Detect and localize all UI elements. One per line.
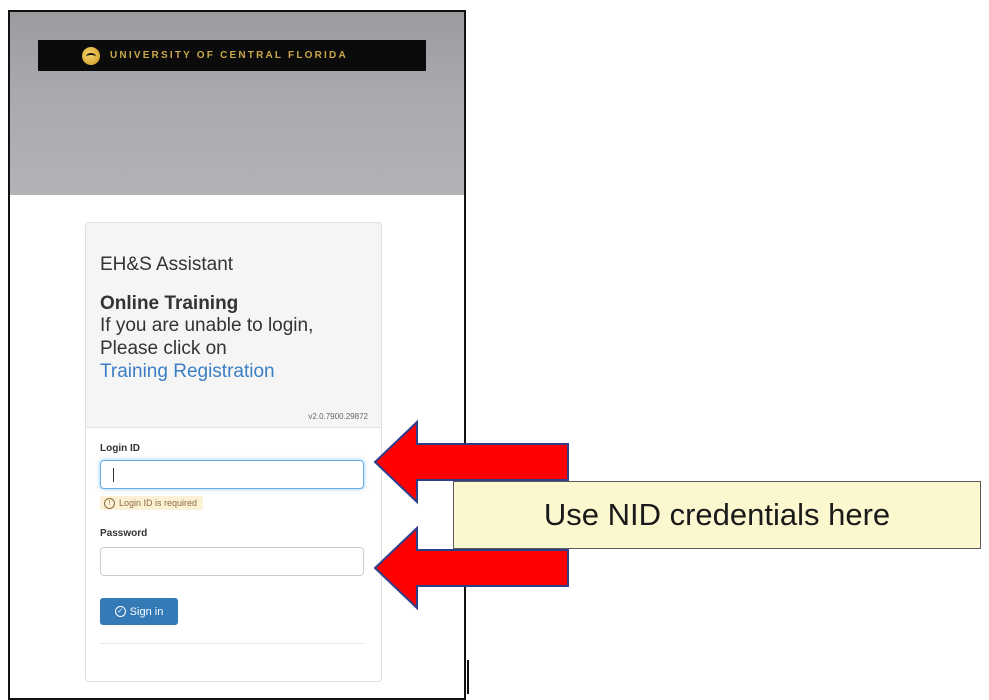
login-id-error-text: Login ID is required	[119, 498, 198, 508]
version-label: v2.0.7900.29872	[308, 412, 368, 421]
help-text-line1: If you are unable to login,	[100, 315, 314, 336]
warning-icon: !	[104, 497, 115, 509]
pegasus-logo-icon	[82, 46, 100, 65]
brand-text: UNIVERSITY OF CENTRAL FLORIDA	[110, 50, 348, 61]
text-caret	[113, 468, 114, 482]
help-text-line2: Please click on	[100, 338, 227, 359]
form-divider	[100, 643, 365, 644]
login-card-info: EH&S Assistant Online Training If you ar…	[86, 223, 381, 428]
frame-edge-line	[467, 660, 469, 694]
password-input[interactable]	[100, 547, 364, 576]
sign-in-button[interactable]: ✓ Sign in	[100, 598, 178, 625]
sign-in-icon: ✓	[114, 606, 126, 617]
ucf-brand-bar[interactable]: UNIVERSITY OF CENTRAL FLORIDA	[38, 40, 426, 71]
login-card: EH&S Assistant Online Training If you ar…	[85, 222, 382, 682]
page-header: UNIVERSITY OF CENTRAL FLORIDA	[10, 12, 464, 195]
app-name: EH&S Assistant	[100, 254, 234, 275]
section-title: Online Training	[100, 293, 239, 314]
login-id-error: ! Login ID is required	[100, 496, 204, 510]
sign-in-label: Sign in	[129, 605, 164, 618]
nid-callout: Use NID credentials here	[453, 481, 981, 549]
training-registration-link[interactable]: Training Registration	[100, 361, 275, 383]
login-id-label: Login ID	[100, 443, 140, 454]
password-label: Password	[100, 528, 148, 539]
login-id-input[interactable]	[100, 460, 364, 489]
